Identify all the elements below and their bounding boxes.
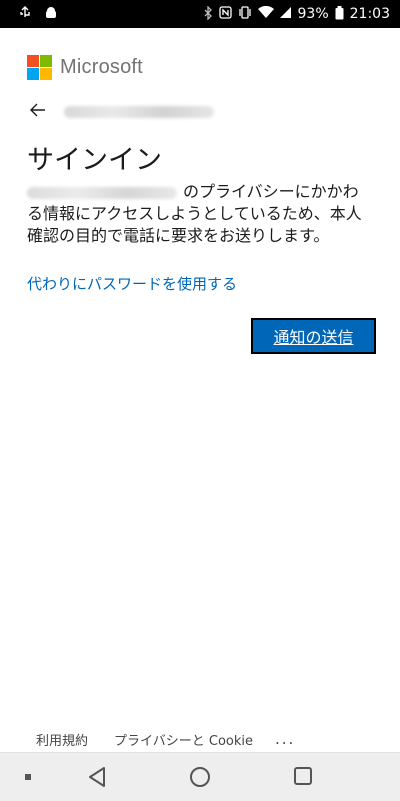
nav-home-icon[interactable] [190, 767, 210, 787]
navigation-bar [0, 752, 400, 801]
identity-row [30, 102, 214, 122]
battery-percent: 93% [297, 6, 329, 22]
wifi-icon [257, 5, 274, 22]
redacted-account-identity [64, 106, 214, 118]
terms-link[interactable]: 利用規約 [36, 730, 88, 749]
status-bar: 93% 21:03 [0, 0, 400, 28]
logo-square-yellow [40, 68, 52, 80]
page-title: サインイン [27, 145, 162, 176]
nav-dot-icon[interactable] [25, 774, 31, 780]
signin-description: のプライバシーにかかわる情報にアクセスしようとしているため、本人確認の目的で電話… [27, 181, 372, 247]
nav-back-icon[interactable] [85, 765, 109, 789]
android-debug-icon [44, 6, 58, 23]
redacted-account-inline [27, 186, 177, 199]
logo-square-green [40, 55, 52, 67]
bluetooth-icon [203, 4, 213, 23]
more-options-button[interactable]: ... [275, 730, 295, 748]
battery-icon [335, 5, 344, 23]
clock: 21:03 [349, 6, 390, 22]
signal-icon [279, 6, 292, 22]
privacy-cookie-link[interactable]: プライバシーと Cookie [114, 730, 253, 749]
back-arrow-icon[interactable] [30, 103, 50, 121]
logo-square-red [27, 55, 39, 67]
logo-square-blue [27, 68, 39, 80]
vibrate-icon [238, 6, 252, 22]
use-password-link[interactable]: 代わりにパスワードを使用する [27, 273, 237, 294]
nav-recent-apps-icon[interactable] [294, 767, 312, 785]
footer: 利用規約 プライバシーと Cookie ... [0, 726, 400, 752]
microsoft-logo: Microsoft [27, 55, 143, 80]
nfc-icon [218, 6, 232, 22]
microsoft-wordmark: Microsoft [60, 56, 143, 78]
usb-icon [18, 5, 32, 23]
send-notification-button[interactable]: 通知の送信 [251, 318, 376, 354]
microsoft-logo-icon [27, 55, 52, 80]
